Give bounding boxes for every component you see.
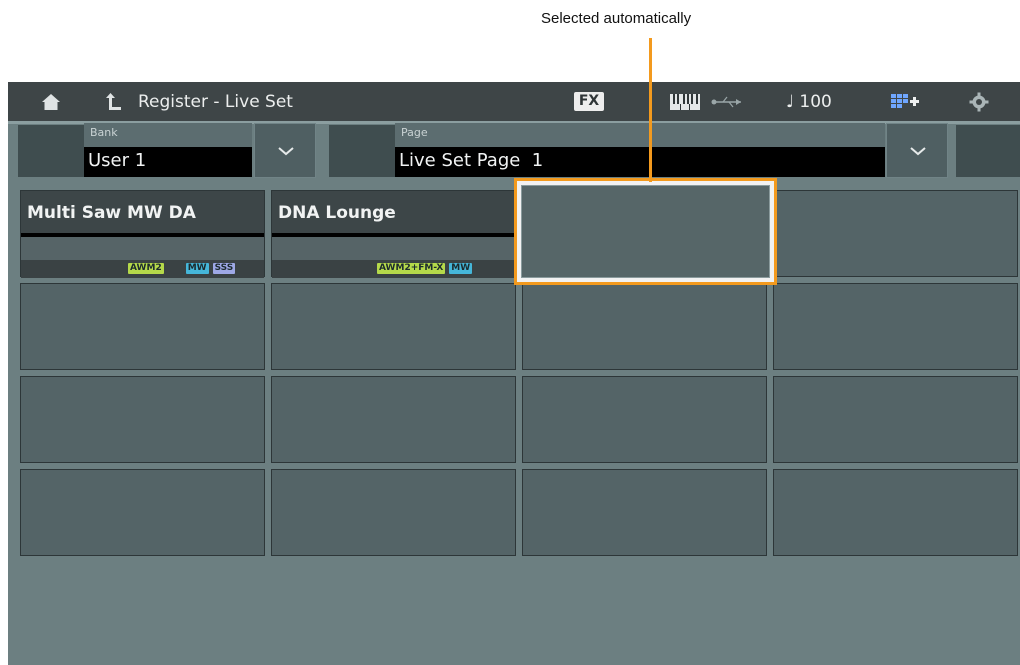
bank-value: User 1 <box>88 150 147 171</box>
live-set-slot-10[interactable] <box>271 376 516 463</box>
live-set-add-icon[interactable] <box>890 82 920 121</box>
empty-slot <box>521 185 770 278</box>
page-dropdown-button[interactable] <box>886 123 948 178</box>
bank-label: Bank <box>90 126 118 139</box>
slot-name: Multi Saw MW DA <box>27 203 196 223</box>
page-label: Page <box>401 126 428 139</box>
awm2-tag: AWM2 <box>128 263 164 274</box>
live-set-slot-4[interactable] <box>773 190 1018 277</box>
live-set-slot-9[interactable] <box>20 376 265 463</box>
page-right-spacer <box>956 125 1020 177</box>
usb-icon <box>708 82 748 121</box>
page-field[interactable]: Page Live Set Page 1 <box>395 123 885 177</box>
page-value: Live Set Page 1 <box>399 150 544 171</box>
mw-tag: MW <box>185 263 209 274</box>
gear-icon[interactable] <box>966 82 992 121</box>
live-set-slot-8[interactable] <box>773 283 1018 370</box>
annotation-leader-line <box>649 38 652 182</box>
live-set-slot-2[interactable]: DNA Lounge AWM2+FM-X MW <box>271 190 516 278</box>
bank-field[interactable]: Bank User 1 <box>84 123 252 177</box>
page-left-spacer <box>329 125 395 177</box>
fx-button[interactable]: FX <box>574 92 604 111</box>
tempo-display[interactable]: ♩ 100 <box>786 82 832 121</box>
live-set-slot-7[interactable] <box>522 283 767 370</box>
live-set-slot-11[interactable] <box>522 376 767 463</box>
chevron-down-icon <box>910 147 926 156</box>
live-set-slot-5[interactable] <box>20 283 265 370</box>
bank-left-spacer <box>18 125 84 177</box>
live-set-slot-14[interactable] <box>271 469 516 556</box>
top-bar: Register - Live Set FX ♩ 100 <box>8 82 1020 121</box>
live-set-slot-15[interactable] <box>522 469 767 556</box>
back-arrow-icon[interactable] <box>100 82 126 121</box>
sss-tag: SSS <box>212 263 236 274</box>
annotation: Selected automatically <box>0 0 1020 60</box>
slot-tags: AWM2 MW SSS <box>128 263 236 274</box>
live-set-slot-16[interactable] <box>773 469 1018 556</box>
keyboard-icon <box>668 82 702 121</box>
live-set-slot-13[interactable] <box>20 469 265 556</box>
live-set-slot-1[interactable]: Multi Saw MW DA AWM2 MW SSS <box>20 190 265 278</box>
home-icon[interactable] <box>38 82 64 121</box>
live-set-slot-12[interactable] <box>773 376 1018 463</box>
mw-tag: MW <box>449 263 473 274</box>
screen-title: Register - Live Set <box>138 92 293 112</box>
bank-dropdown-button[interactable] <box>254 123 316 178</box>
live-set-screen: Register - Live Set FX ♩ 100 Bank User 1… <box>8 82 1020 665</box>
awm2-fmx-tag: AWM2+FM-X <box>377 263 446 274</box>
live-set-slot-6[interactable] <box>271 283 516 370</box>
annotation-label: Selected automatically <box>541 10 692 27</box>
chevron-down-icon <box>278 147 294 156</box>
slot-name: DNA Lounge <box>278 203 396 223</box>
auto-selected-slot-highlight[interactable] <box>514 178 777 285</box>
slot-tags: AWM2+FM-X MW <box>377 263 473 274</box>
